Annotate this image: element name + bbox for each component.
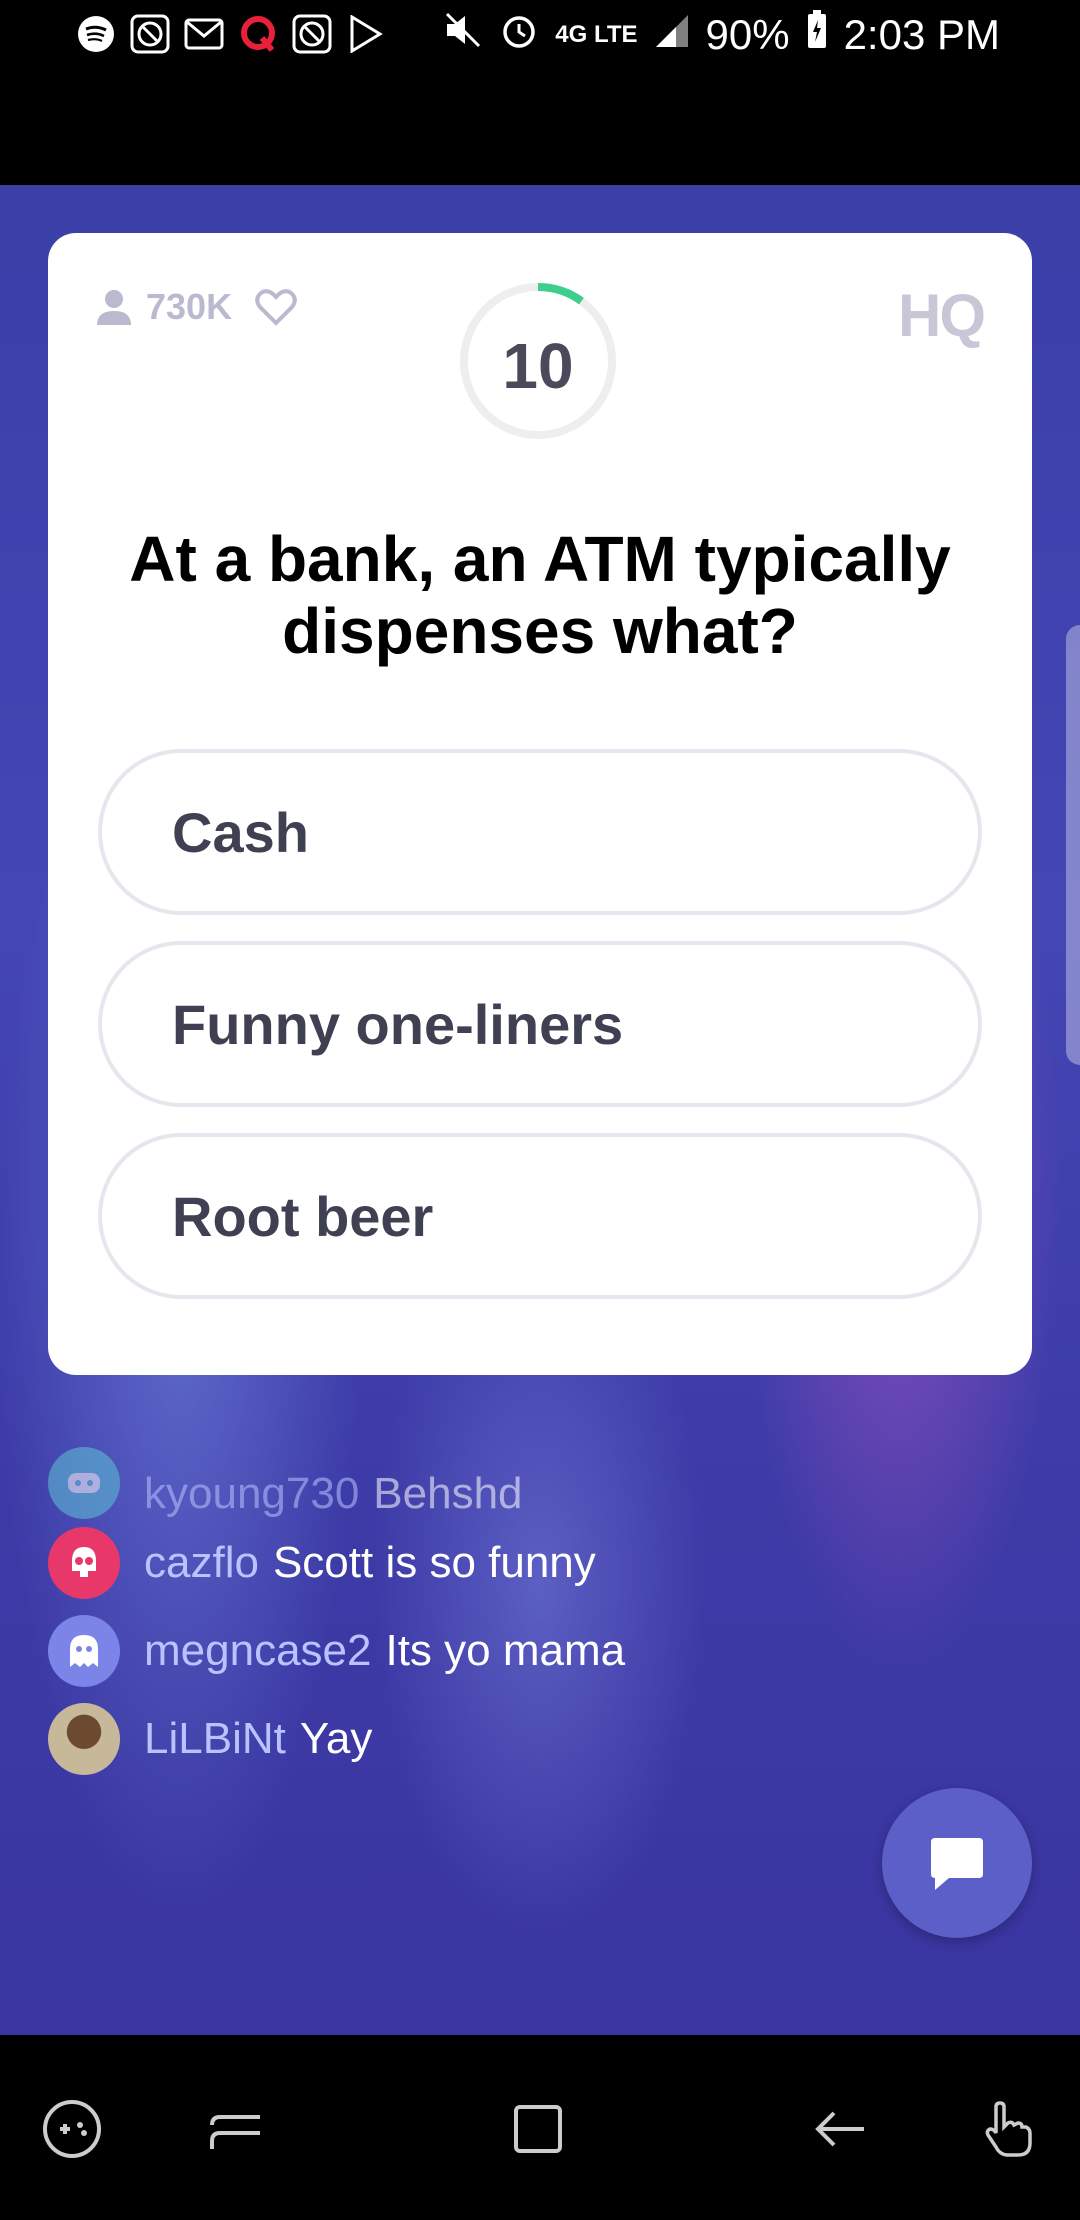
network-type: 4G LTE — [555, 21, 638, 48]
chat-bubble-icon — [931, 1838, 983, 1890]
signal-icon — [654, 11, 690, 59]
answer-option-3[interactable]: Root beer — [98, 1133, 982, 1299]
person-icon — [97, 290, 131, 325]
battery-icon — [806, 10, 828, 60]
alarm-icon — [499, 10, 539, 60]
mail-icon — [184, 14, 224, 54]
viewer-count: 730K — [94, 285, 298, 329]
system-status: 4G LTE 90% 2:03 PM — [443, 10, 1000, 60]
hq-logo: HQ — [898, 282, 986, 349]
avatar — [48, 1703, 120, 1775]
viewer-count-label: 730K — [146, 286, 233, 327]
back-icon[interactable] — [808, 2097, 872, 2161]
chat-text: Yay — [299, 1714, 373, 1763]
clock: 2:03 PM — [843, 11, 1000, 58]
chat-text: Its yo mama — [385, 1626, 626, 1675]
avatar — [48, 1527, 120, 1599]
side-panel-handle[interactable] — [1066, 625, 1080, 1065]
avatar — [48, 1615, 120, 1687]
chat-username[interactable]: kyoung730 — [144, 1469, 359, 1519]
home-icon[interactable] — [506, 2097, 570, 2161]
chat-username[interactable]: cazflo — [144, 1538, 259, 1588]
chat-message: megncase2 Its yo mama — [48, 1607, 828, 1695]
chat-feed: kyoung730 Behshd cazflo Scott is so funn… — [48, 1445, 828, 1783]
chat-username[interactable]: LiLBiNt — [144, 1714, 286, 1764]
game-tools-icon[interactable] — [40, 2097, 104, 2161]
heart-icon[interactable] — [254, 285, 298, 329]
chat-message: kyoung730 Behshd — [48, 1445, 828, 1519]
answer-option-1[interactable]: Cash — [98, 749, 982, 915]
battery-percent: 90% — [705, 11, 790, 58]
chat-username[interactable]: megncase2 — [144, 1626, 371, 1676]
chat-button[interactable] — [882, 1788, 1032, 1938]
blocked-app-icon — [130, 14, 170, 54]
question-text: At a bank, an ATM typically dispenses wh… — [129, 523, 951, 667]
question-card: 730K 10 HQ At a bank, an ATM typically d… — [48, 233, 1032, 1375]
recents-icon[interactable] — [204, 2097, 268, 2161]
chat-text: Behshd — [373, 1469, 523, 1518]
spotify-icon — [76, 14, 116, 54]
blocked-app-icon — [292, 14, 332, 54]
q-app-icon — [238, 14, 278, 54]
chat-text: Scott is so funny — [272, 1538, 596, 1587]
status-bar: 4G LTE 90% 2:03 PM — [0, 0, 1080, 72]
timer-seconds: 10 — [502, 330, 574, 402]
countdown-timer: 10 — [458, 281, 618, 441]
chat-message: LiLBiNt Yay — [48, 1695, 828, 1783]
answer-option-2[interactable]: Funny one-liners — [98, 941, 982, 1107]
play-store-icon — [346, 14, 386, 54]
mute-icon — [443, 10, 483, 60]
notification-icons — [76, 14, 386, 54]
navigation-bar — [0, 2035, 1080, 2220]
avatar — [48, 1447, 120, 1519]
chat-message: cazflo Scott is so funny — [48, 1519, 828, 1607]
gesture-icon[interactable] — [974, 2097, 1038, 2161]
